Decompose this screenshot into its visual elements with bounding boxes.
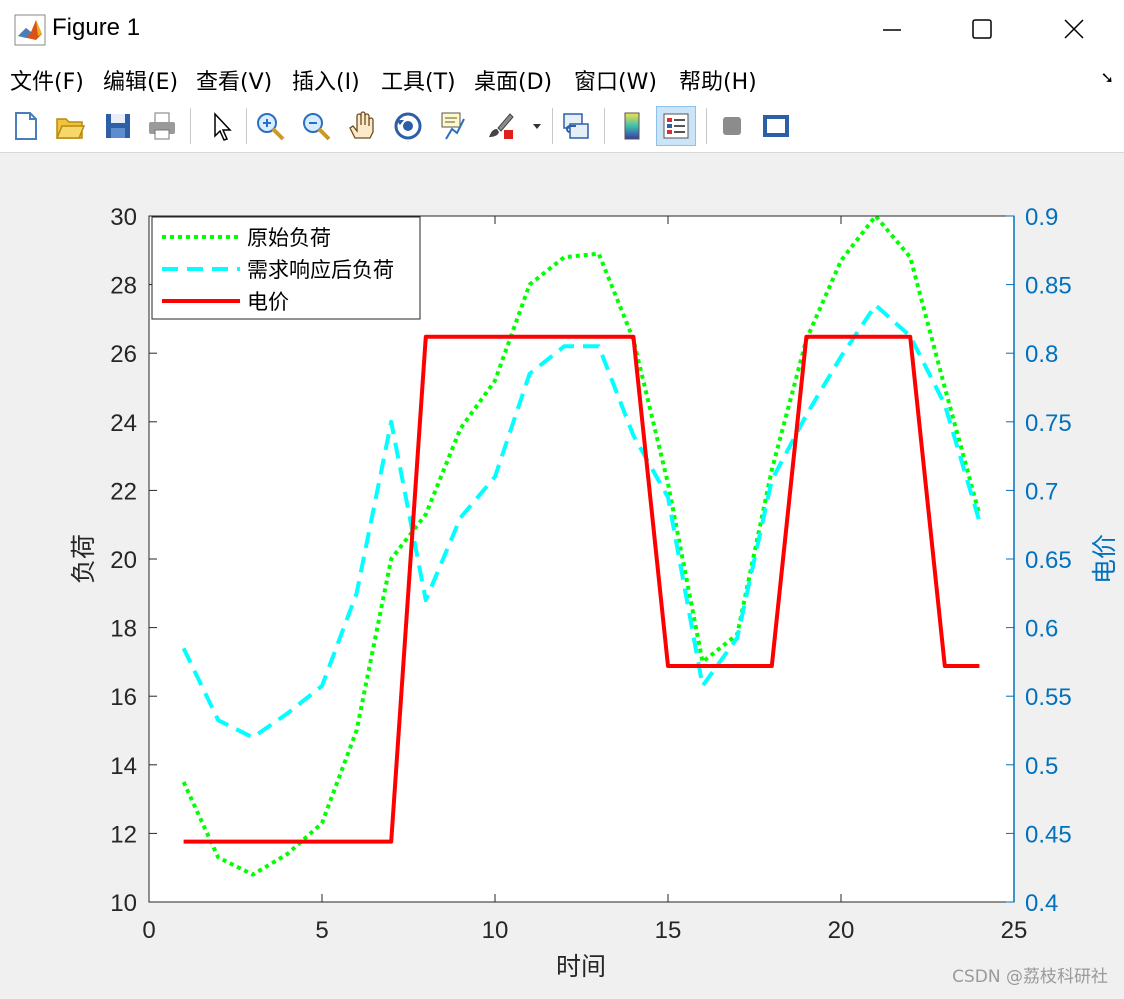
x-tick-label: 10 xyxy=(482,917,509,944)
y-right-tick-label: 0.65 xyxy=(1025,547,1072,574)
pan-button[interactable] xyxy=(342,106,382,146)
select-arrow-button[interactable] xyxy=(200,106,240,146)
dual-axis-line-chart[interactable]: 0 5 10 15 20 25 10 12 14 16 18 20 22 24 26 28 30 0.4 0.45 0… xyxy=(0,153,1124,995)
close-button[interactable] xyxy=(1028,0,1120,58)
window-title: Figure 1 xyxy=(52,14,141,41)
y-left-tick-label: 12 xyxy=(110,821,137,848)
zoom-in-button[interactable] xyxy=(250,106,290,146)
menu-tools[interactable]: 工具(T) xyxy=(381,64,456,96)
save-icon xyxy=(106,114,130,138)
legend-label-3: 电价 xyxy=(247,291,289,314)
rotate-3d-button[interactable] xyxy=(388,106,428,146)
toolbar-separator xyxy=(552,108,553,144)
x-tick-label: 5 xyxy=(315,917,328,944)
zoom-out-button[interactable] xyxy=(296,106,336,146)
toolbar-separator xyxy=(604,108,605,144)
y-right-tick-label: 0.8 xyxy=(1025,341,1058,368)
y-left-tick-label: 26 xyxy=(110,341,137,368)
zoom-in-icon xyxy=(257,113,285,141)
y-right-tick-label: 0.6 xyxy=(1025,616,1058,643)
y-right-tick-label: 0.7 xyxy=(1025,478,1058,505)
y-axis-label-left: 负荷 xyxy=(70,534,98,584)
brush-dropdown-button[interactable] xyxy=(526,106,548,146)
minimize-button[interactable] xyxy=(846,0,938,58)
watermark: CSDN @荔枝科研社 xyxy=(952,967,1108,987)
menu-view[interactable]: 查看(V) xyxy=(196,64,272,96)
y-right-tick-label: 0.4 xyxy=(1025,890,1058,917)
link-plot-icon xyxy=(563,113,589,139)
y-right-tick-label: 0.55 xyxy=(1025,684,1072,711)
y-left-tick-label: 22 xyxy=(110,478,137,505)
open-file-icon xyxy=(55,118,86,139)
title-bar: Figure 1 xyxy=(0,0,1124,58)
y-right-tick-label: 0.45 xyxy=(1025,821,1072,848)
menu-file[interactable]: 文件(F) xyxy=(10,64,84,96)
print-button[interactable] xyxy=(142,106,182,146)
x-axis-label: 时间 xyxy=(556,953,606,981)
figure-canvas: 0 5 10 15 20 25 10 12 14 16 18 20 22 24 26 28 30 0.4 0.45 0… xyxy=(0,153,1124,995)
y-right-tick-label: 0.9 xyxy=(1025,204,1058,231)
maximize-button[interactable] xyxy=(936,0,1028,58)
legend-label-1: 原始负荷 xyxy=(247,227,331,250)
y-left-tick-label: 28 xyxy=(110,273,137,300)
chevron-down-icon xyxy=(533,124,541,129)
brush-icon xyxy=(489,113,514,139)
matlab-logo-icon xyxy=(14,14,46,46)
y-left-tick-label: 24 xyxy=(110,410,137,437)
y-right-tick-label: 0.85 xyxy=(1025,273,1072,300)
x-tick-label: 25 xyxy=(1001,917,1028,944)
zoom-out-icon xyxy=(303,113,331,141)
data-cursor-icon xyxy=(441,112,465,140)
colorbar-button[interactable] xyxy=(612,106,652,146)
y-left-tick-label: 20 xyxy=(110,547,137,574)
hide-plot-tools-icon xyxy=(723,117,741,135)
legend-icon xyxy=(663,113,689,139)
x-tick-label: 0 xyxy=(142,917,155,944)
figure-window: Figure 1 文件(F) 编辑(E) 查看(V) 插入(I) 工具(T) 桌… xyxy=(0,0,1124,995)
dock-arrow-icon[interactable]: ➘ xyxy=(1101,68,1114,87)
menu-bar: 文件(F) 编辑(E) 查看(V) 插入(I) 工具(T) 桌面(D) 窗口(W… xyxy=(0,58,1124,100)
maximize-icon xyxy=(972,19,992,39)
menu-edit[interactable]: 编辑(E) xyxy=(103,64,178,96)
legend-button[interactable] xyxy=(656,106,696,146)
colorbar-icon xyxy=(624,112,640,140)
save-button[interactable] xyxy=(98,106,138,146)
toolbar-separator xyxy=(706,108,707,144)
menu-window[interactable]: 窗口(W) xyxy=(574,64,657,96)
new-figure-icon xyxy=(15,112,37,140)
y-left-tick-label: 30 xyxy=(110,204,137,231)
y-left-tick-label: 16 xyxy=(110,684,137,711)
x-tick-label: 15 xyxy=(655,917,682,944)
toolbar-separator xyxy=(246,108,247,144)
close-icon xyxy=(1064,19,1084,39)
figure-toolbar xyxy=(0,100,1124,153)
brush-button[interactable] xyxy=(480,106,520,146)
open-file-button[interactable] xyxy=(50,106,90,146)
legend[interactable]: 原始负荷需求响应后负荷电价 xyxy=(151,216,421,320)
x-tick-label: 20 xyxy=(828,917,855,944)
y-axis-label-right: 电价 xyxy=(1091,534,1119,584)
pan-hand-icon xyxy=(349,111,374,139)
menu-desktop[interactable]: 桌面(D) xyxy=(474,64,552,96)
y-left-tick-label: 10 xyxy=(110,890,137,917)
y-right-tick-label: 0.5 xyxy=(1025,753,1058,780)
menu-insert[interactable]: 插入(I) xyxy=(292,64,360,96)
hide-plot-tools-button[interactable] xyxy=(712,106,752,146)
y-left-tick-label: 14 xyxy=(110,753,137,780)
link-plot-button[interactable] xyxy=(556,106,596,146)
show-plot-tools-icon xyxy=(763,115,789,137)
show-plot-tools-button[interactable] xyxy=(756,106,796,146)
data-cursor-button[interactable] xyxy=(434,106,474,146)
rotate-3d-icon xyxy=(394,112,422,140)
y-right-tick-label: 0.75 xyxy=(1025,410,1072,437)
print-icon xyxy=(149,112,175,140)
legend-label-2: 需求响应后负荷 xyxy=(247,259,394,282)
toolbar-separator xyxy=(190,108,191,144)
select-arrow-icon xyxy=(214,112,232,141)
new-figure-button[interactable] xyxy=(6,106,46,146)
minimize-icon xyxy=(883,29,901,31)
y-left-tick-label: 18 xyxy=(110,616,137,643)
menu-help[interactable]: 帮助(H) xyxy=(679,64,757,96)
